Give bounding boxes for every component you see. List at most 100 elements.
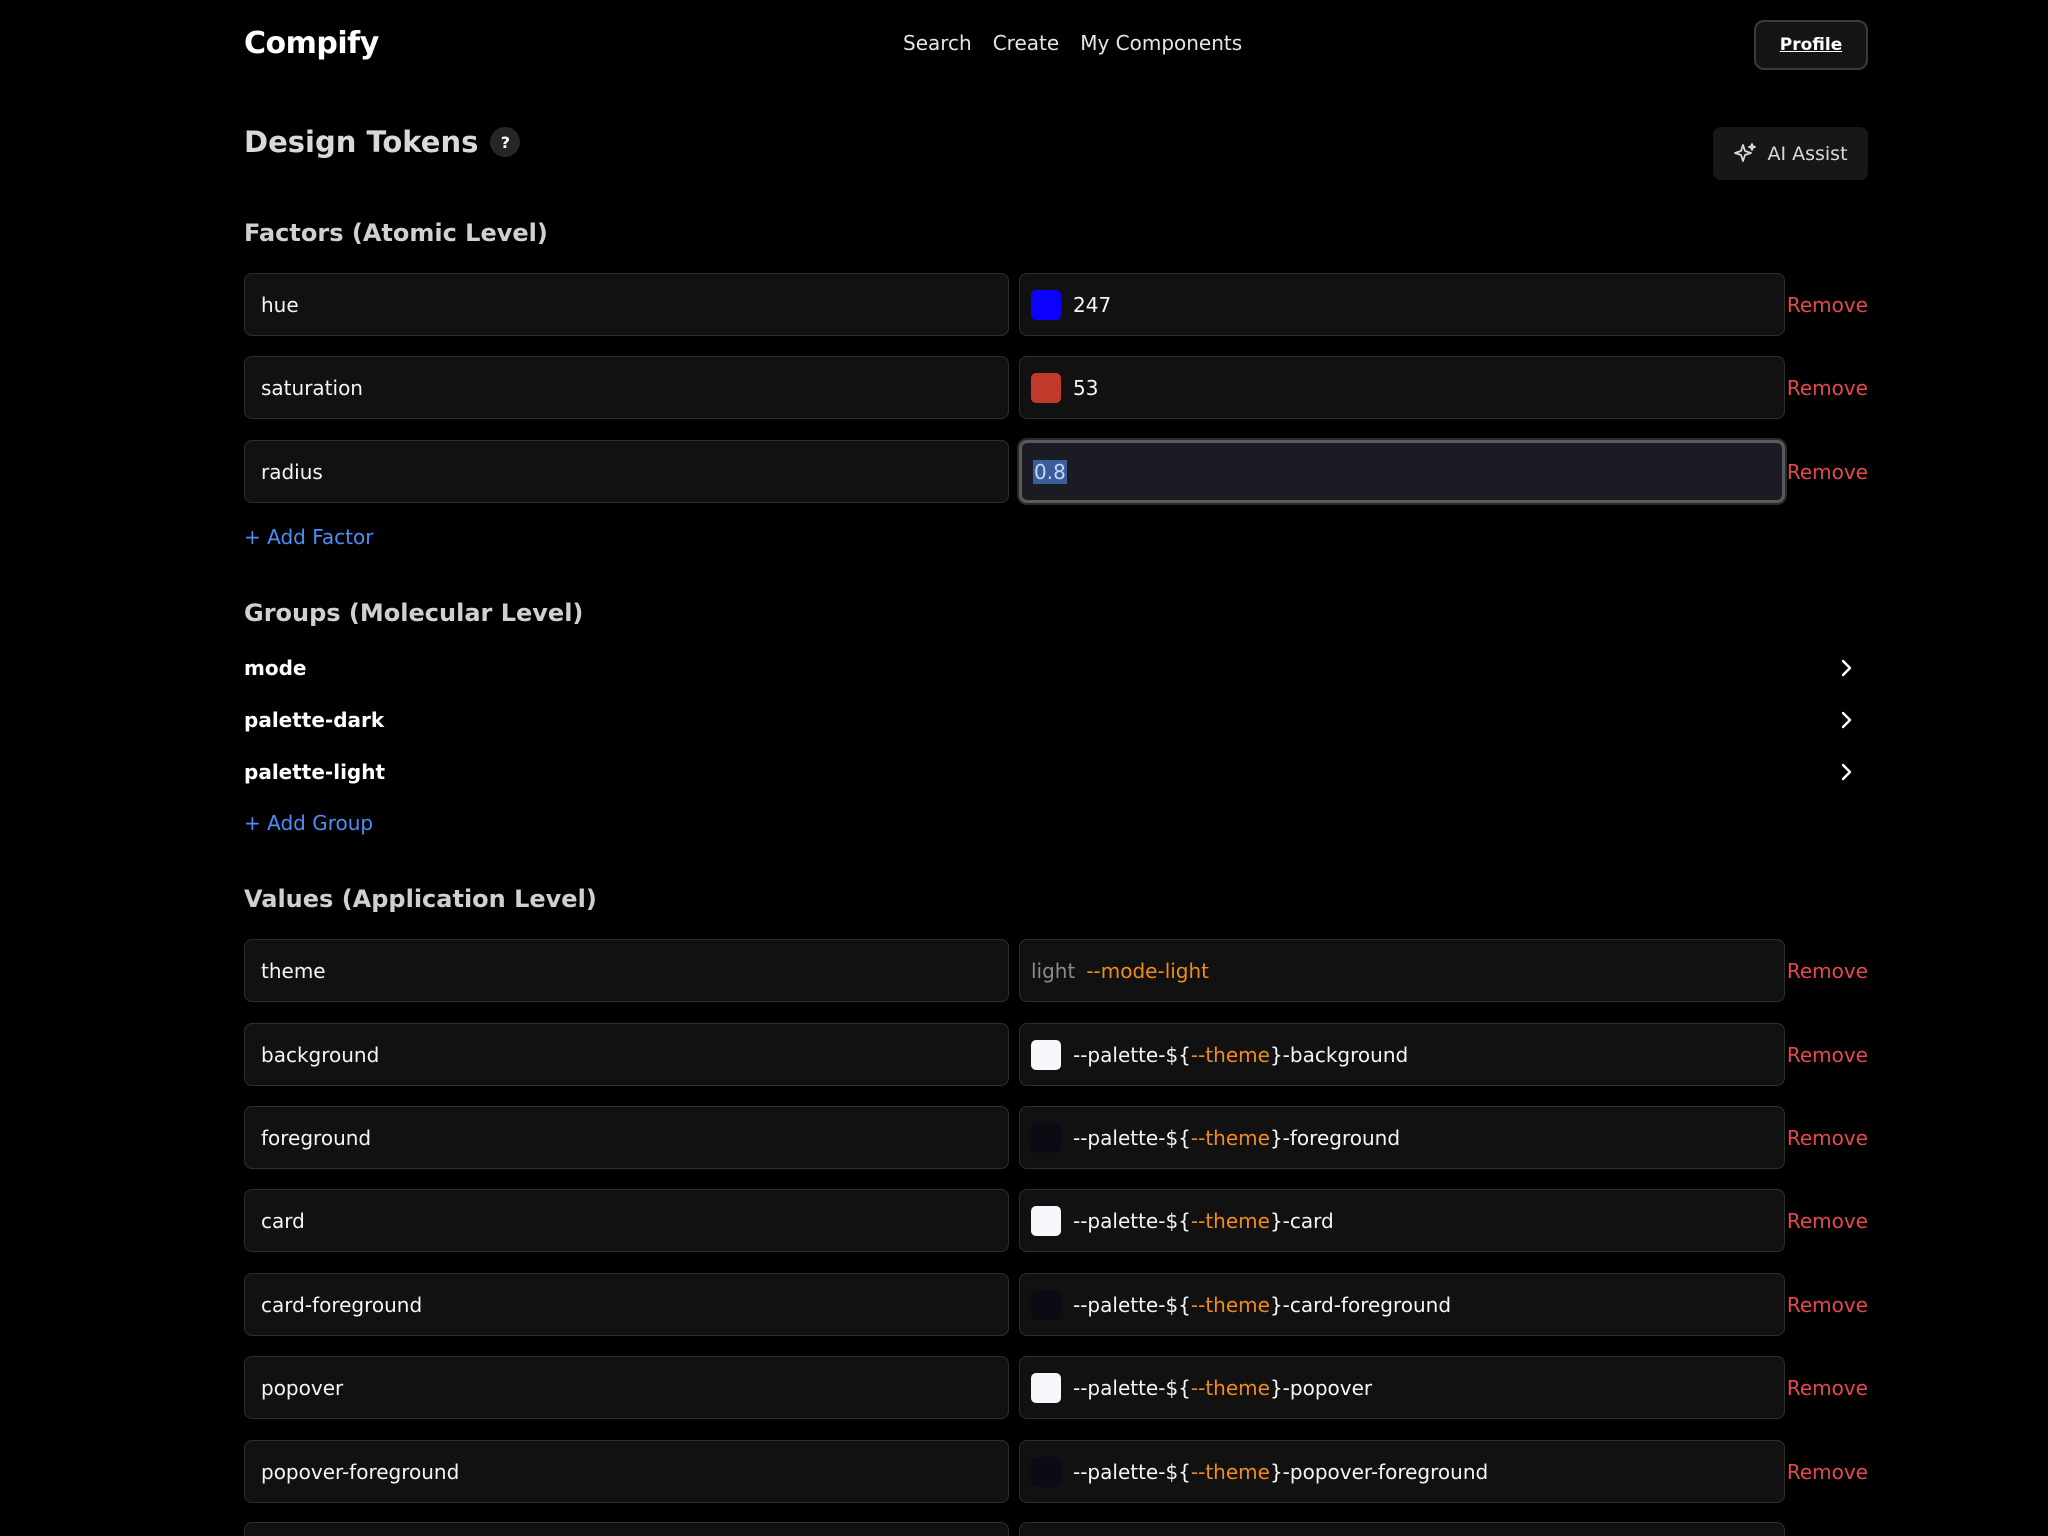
factor-value-text: 53 xyxy=(1073,375,1099,400)
help-icon[interactable]: ? xyxy=(490,127,521,157)
expression-suffix: }-card xyxy=(1269,1208,1334,1233)
profile-button[interactable]: Profile xyxy=(1754,20,1868,70)
add-factor-link[interactable]: + Add Factor xyxy=(244,525,373,549)
factor-value-input-focused[interactable]: 0.8 xyxy=(1019,440,1785,503)
nav-my-components[interactable]: My Components xyxy=(1080,31,1242,55)
factors-section-title: Factors (Atomic Level) xyxy=(244,219,548,247)
value-name-input[interactable]: popover xyxy=(244,1356,1009,1419)
theme-prefix: light xyxy=(1031,958,1076,983)
chevron-right-icon xyxy=(1841,763,1852,781)
expression-prefix: --palette-${ xyxy=(1073,1375,1191,1400)
groups-section-title: Groups (Molecular Level) xyxy=(244,599,584,627)
factor-value-text: 247 xyxy=(1073,292,1112,317)
remove-button[interactable]: Remove xyxy=(1787,939,1868,1002)
value-expression-input[interactable]: --palette-${--theme}-popover xyxy=(1019,1356,1785,1419)
value-expression-input[interactable]: --palette-${--theme}-card-foreground xyxy=(1019,1273,1785,1336)
ai-assist-button[interactable]: AI Assist xyxy=(1713,127,1868,180)
remove-button[interactable]: Remove xyxy=(1787,1356,1868,1419)
value-row: card-foreground --palette-${--theme}-car… xyxy=(244,1273,1868,1336)
color-swatch[interactable] xyxy=(1031,1205,1061,1236)
expression-suffix: }-foreground xyxy=(1269,1125,1401,1150)
expression-variable: --theme xyxy=(1190,1042,1270,1067)
color-swatch[interactable] xyxy=(1031,1372,1061,1403)
value-expression-input[interactable]: light --mode-light xyxy=(1019,939,1785,1002)
remove-button[interactable]: Remove xyxy=(1787,1106,1868,1169)
sparkle-icon xyxy=(1734,142,1757,162)
color-swatch[interactable] xyxy=(1031,1039,1061,1070)
value-name-input[interactable]: background xyxy=(244,1023,1009,1086)
expression-prefix: --palette-${ xyxy=(1073,1459,1191,1484)
value-expression-input[interactable] xyxy=(1019,1522,1785,1536)
factor-row: hue 247 Remove xyxy=(244,273,1868,336)
expression-prefix: --palette-${ xyxy=(1073,1125,1191,1150)
group-row-palette-light[interactable]: palette-light xyxy=(244,758,1868,788)
expression-prefix: --palette-${ xyxy=(1073,1042,1191,1067)
title-row: Design Tokens ? xyxy=(244,125,521,159)
logo[interactable]: Compify xyxy=(244,26,379,61)
remove-button[interactable]: Remove xyxy=(1787,1189,1868,1252)
remove-button[interactable]: Remove xyxy=(1787,1023,1868,1086)
value-expression-input[interactable]: --palette-${--theme}-foreground xyxy=(1019,1106,1785,1169)
color-swatch[interactable] xyxy=(1031,289,1061,320)
expression-variable: --theme xyxy=(1190,1208,1270,1233)
group-row-mode[interactable]: mode xyxy=(244,654,1868,684)
color-swatch[interactable] xyxy=(1031,1122,1061,1153)
expression-suffix: }-popover-foreground xyxy=(1269,1459,1489,1484)
value-name-input[interactable]: foreground xyxy=(244,1106,1009,1169)
group-label: palette-light xyxy=(244,760,386,784)
value-row-theme: theme light --mode-light Remove xyxy=(244,939,1868,1002)
selected-value-text: 0.8 xyxy=(1033,459,1067,484)
ai-assist-label: AI Assist xyxy=(1767,142,1848,165)
expression-variable: --theme xyxy=(1190,1292,1270,1317)
group-label: mode xyxy=(244,656,307,680)
chevron-right-icon xyxy=(1841,659,1852,677)
values-section-title: Values (Application Level) xyxy=(244,885,597,913)
chevron-right-icon xyxy=(1841,711,1852,729)
theme-reference: --mode-light xyxy=(1086,958,1210,983)
factor-name-input[interactable]: saturation xyxy=(244,356,1009,419)
factor-row: radius 0.8 Remove xyxy=(244,440,1868,503)
value-expression-input[interactable]: --palette-${--theme}-popover-foreground xyxy=(1019,1440,1785,1503)
value-name-input[interactable] xyxy=(244,1522,1009,1536)
color-swatch[interactable] xyxy=(1031,1456,1061,1487)
page: Compify Search Create My Components Prof… xyxy=(0,0,2048,1536)
value-expression-input[interactable]: --palette-${--theme}-card xyxy=(1019,1189,1785,1252)
value-name-input[interactable]: theme xyxy=(244,939,1009,1002)
expression-variable: --theme xyxy=(1190,1459,1270,1484)
remove-button[interactable]: Remove xyxy=(1787,440,1868,503)
remove-button[interactable]: Remove xyxy=(1787,356,1868,419)
nav-search[interactable]: Search xyxy=(903,31,972,55)
value-row: popover-foreground --palette-${--theme}-… xyxy=(244,1440,1868,1503)
value-row: popover --palette-${--theme}-popover Rem… xyxy=(244,1356,1868,1419)
expression-suffix: }-popover xyxy=(1269,1375,1373,1400)
expression-prefix: --palette-${ xyxy=(1073,1208,1191,1233)
color-swatch[interactable] xyxy=(1031,372,1061,403)
value-row: foreground --palette-${--theme}-foregrou… xyxy=(244,1106,1868,1169)
factor-name-input[interactable]: hue xyxy=(244,273,1009,336)
value-name-input[interactable]: card xyxy=(244,1189,1009,1252)
remove-button[interactable]: Remove xyxy=(1787,1440,1868,1503)
page-title: Design Tokens xyxy=(244,125,479,159)
group-label: palette-dark xyxy=(244,708,385,732)
factor-row: saturation 53 Remove xyxy=(244,356,1868,419)
color-swatch[interactable] xyxy=(1031,1289,1061,1320)
value-row: card --palette-${--theme}-card Remove xyxy=(244,1189,1868,1252)
top-header: Compify Search Create My Components Prof… xyxy=(244,20,1868,70)
remove-button[interactable]: Remove xyxy=(1787,1273,1868,1336)
value-name-input[interactable]: card-foreground xyxy=(244,1273,1009,1336)
main-nav: Search Create My Components xyxy=(903,31,1242,55)
expression-suffix: }-card-foreground xyxy=(1269,1292,1452,1317)
group-row-palette-dark[interactable]: palette-dark xyxy=(244,706,1868,736)
factor-value-input[interactable]: 247 xyxy=(1019,273,1785,336)
remove-button[interactable]: Remove xyxy=(1787,273,1868,336)
value-expression-input[interactable]: --palette-${--theme}-background xyxy=(1019,1023,1785,1086)
factor-value-input[interactable]: 53 xyxy=(1019,356,1785,419)
factor-name-input[interactable]: radius xyxy=(244,440,1009,503)
expression-variable: --theme xyxy=(1190,1375,1270,1400)
value-name-input[interactable]: popover-foreground xyxy=(244,1440,1009,1503)
nav-create[interactable]: Create xyxy=(993,31,1059,55)
value-row-partial xyxy=(244,1522,1868,1536)
expression-suffix: }-background xyxy=(1269,1042,1409,1067)
expression-prefix: --palette-${ xyxy=(1073,1292,1191,1317)
add-group-link[interactable]: + Add Group xyxy=(244,811,373,835)
